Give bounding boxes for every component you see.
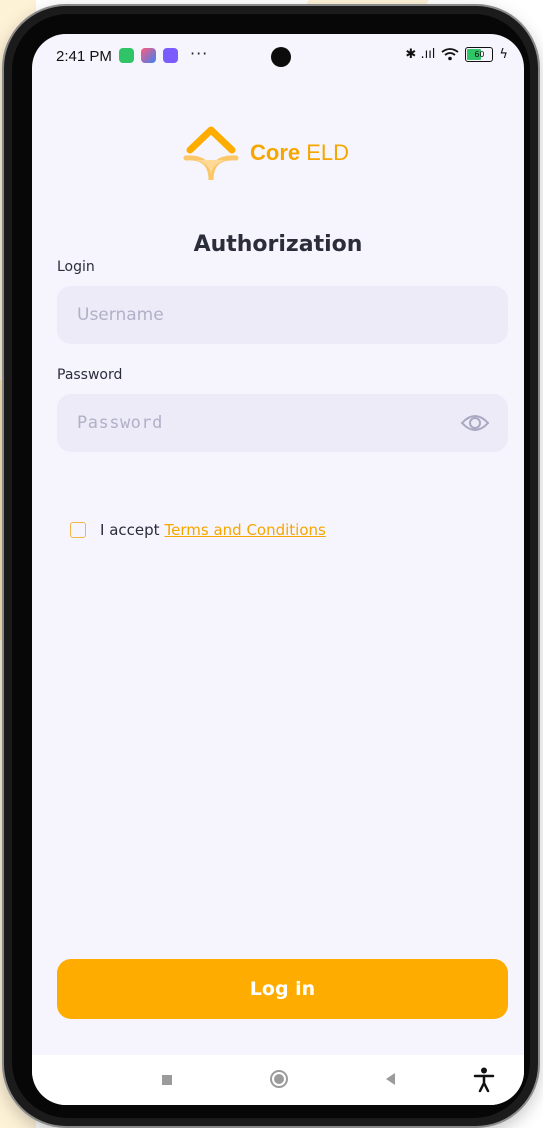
back-triangle-icon[interactable] xyxy=(386,1073,395,1085)
charging-icon: ϟ xyxy=(499,47,508,62)
wifi-icon xyxy=(441,48,459,61)
notification-app-icon xyxy=(141,48,156,63)
battery-icon: 60 xyxy=(465,47,494,62)
terms-checkbox[interactable] xyxy=(70,522,86,538)
system-icons: ✱ .ııl 60 ϟ xyxy=(405,47,508,62)
brand-name: Core ELD xyxy=(250,140,349,166)
bluetooth-signal-icon: ✱ .ııl xyxy=(405,47,436,62)
terms-row: I accept Terms and Conditions xyxy=(70,521,326,539)
login-label: Login xyxy=(57,259,95,275)
more-notifications-icon: ··· xyxy=(190,44,209,63)
notification-app-icon xyxy=(119,48,134,63)
home-circle-icon[interactable] xyxy=(270,1070,288,1088)
login-button[interactable]: Log in xyxy=(57,959,508,1019)
phone-screen: 2:41 PM ··· ✱ .ııl 60 ϟ Core ELD Authori… xyxy=(32,34,524,1105)
eye-icon[interactable] xyxy=(460,411,490,435)
password-placeholder: Password xyxy=(77,413,163,433)
status-bar: 2:41 PM ··· ✱ .ııl 60 ϟ xyxy=(32,34,524,80)
username-placeholder: Username xyxy=(77,305,164,325)
brand-logo-icon xyxy=(183,126,239,181)
battery-level: 60 xyxy=(474,50,485,59)
brand-logo: Core ELD xyxy=(182,124,402,184)
recents-square-icon[interactable] xyxy=(162,1075,172,1085)
terms-prefix: I accept xyxy=(100,521,160,539)
password-input[interactable]: Password xyxy=(57,394,508,452)
navigation-bar xyxy=(32,1055,524,1105)
front-camera xyxy=(271,47,291,67)
phone-frame: 2:41 PM ··· ✱ .ııl 60 ϟ Core ELD Authori… xyxy=(4,6,538,1126)
notification-app-icon xyxy=(163,48,178,63)
username-input[interactable]: Username xyxy=(57,286,508,344)
terms-link[interactable]: Terms and Conditions xyxy=(165,521,326,539)
password-label: Password xyxy=(57,367,123,383)
status-time: 2:41 PM xyxy=(56,48,112,65)
brand-name-bold: Core xyxy=(250,140,301,165)
brand-name-light: ELD xyxy=(306,140,350,165)
accessibility-icon[interactable] xyxy=(473,1067,495,1093)
page-title: Authorization xyxy=(193,232,363,257)
